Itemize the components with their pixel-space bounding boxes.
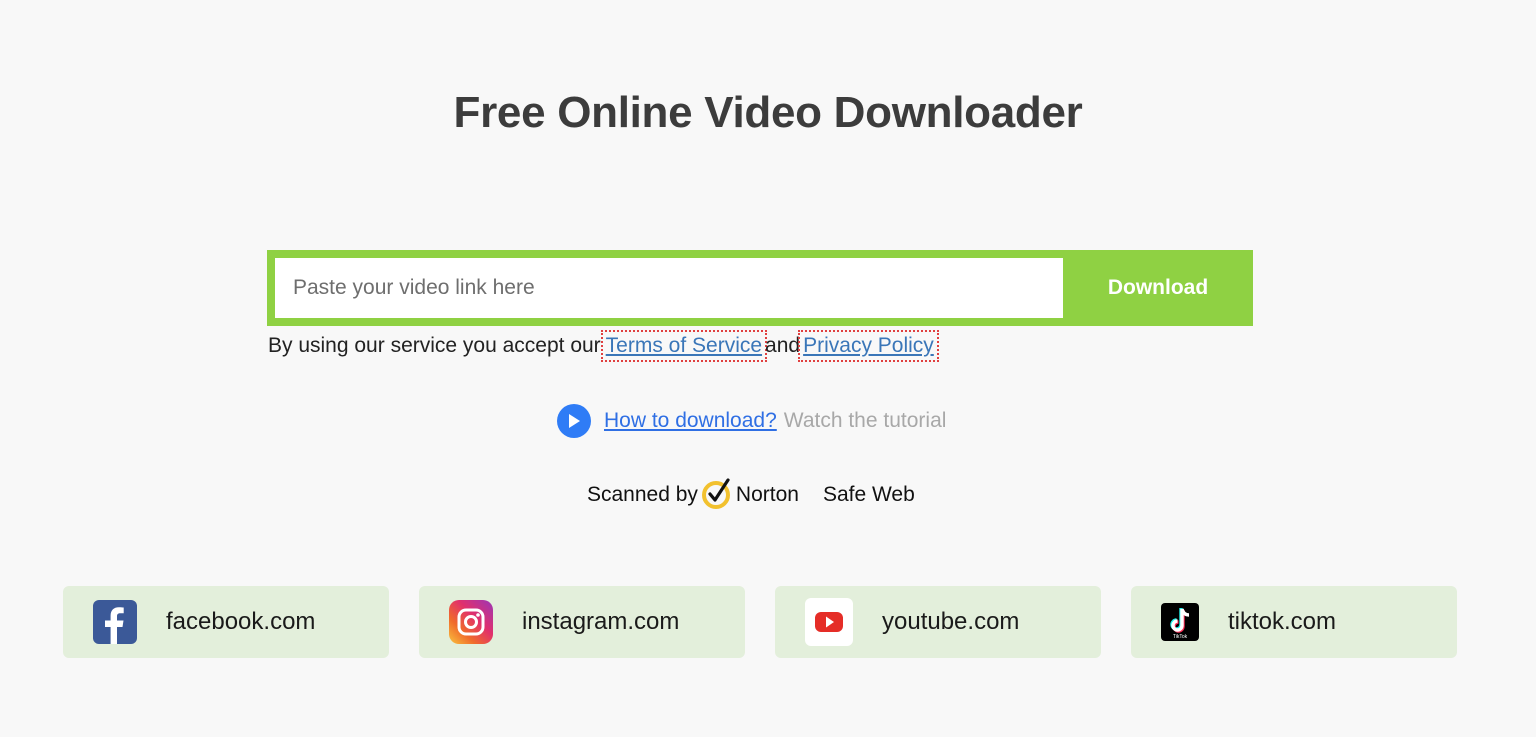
safe-web-label: Safe Web [822,483,915,506]
site-label: tiktok.com [1228,608,1337,635]
tutorial-row: How to download? Watch the tutorial [557,404,946,438]
norton-badge: Scanned by Norton Safe Web [587,478,915,512]
tutorial-suffix: Watch the tutorial [783,409,947,432]
supported-sites: facebook.com instagram.com youtube.com T… [63,586,1457,658]
instagram-icon [449,600,493,644]
svg-text:TikTok: TikTok [1173,634,1188,640]
terms-conjunction: and [765,334,801,357]
page-title: Free Online Video Downloader [453,88,1083,137]
site-label: youtube.com [882,608,1020,635]
search-bar: Download [267,250,1253,326]
site-card-tiktok[interactable]: TikTok tiktok.com [1131,586,1457,658]
site-card-facebook[interactable]: facebook.com [63,586,389,658]
terms-notice: By using our service you accept our Term… [268,330,939,362]
site-label: facebook.com [166,608,316,635]
norton-brand: Norton [735,483,799,506]
site-label: instagram.com [522,608,680,635]
terms-of-service-link[interactable]: Terms of Service [600,330,768,362]
terms-prefix: By using our service you accept our [268,334,601,357]
how-to-download-link[interactable]: How to download? [604,409,777,433]
video-link-input[interactable] [275,258,1063,318]
download-button[interactable]: Download [1063,250,1253,326]
play-icon[interactable] [557,404,591,438]
youtube-icon [805,598,853,646]
privacy-policy-link[interactable]: Privacy Policy [798,330,939,362]
site-card-instagram[interactable]: instagram.com [419,586,745,658]
site-card-youtube[interactable]: youtube.com [775,586,1101,658]
scanned-by-label: Scanned by [587,483,698,506]
facebook-icon [93,600,137,644]
norton-check-icon [701,476,735,510]
tiktok-icon: TikTok [1161,603,1199,641]
